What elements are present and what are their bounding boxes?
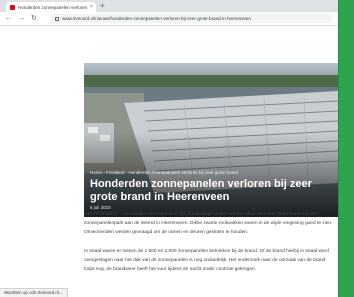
browser-tab[interactable]: Honderden zonnepanelen verloren bij zeer… <box>6 2 96 12</box>
hero-image: Home › Friesland › Honderden zonnepanele… <box>84 63 338 217</box>
status-bar: Wachten op cdn.rtvnoord.nl... <box>0 288 68 297</box>
close-tab-icon[interactable]: × <box>90 4 93 10</box>
lock-icon <box>55 16 59 21</box>
url-text: www.rtvnoord.nl/nieuws/honderden-zonnepa… <box>62 16 251 21</box>
address-bar[interactable]: www.rtvnoord.nl/nieuws/honderden-zonnepa… <box>50 14 332 23</box>
browser-window: Honderden zonnepanelen verloren bij zeer… <box>0 0 338 297</box>
tab-title: Honderden zonnepanelen verloren bij zeer… <box>18 4 88 10</box>
browser-toolbar: ← → ↻ www.rtvnoord.nl/nieuws/honderden-z… <box>0 12 338 26</box>
tab-bar: Honderden zonnepanelen verloren bij zeer… <box>0 0 338 12</box>
article-paragraph: In totaal waren er tussen de 1.500 en 2.… <box>84 249 329 272</box>
reload-button[interactable]: ↻ <box>31 14 37 23</box>
new-tab-button[interactable]: + <box>100 1 105 11</box>
back-button[interactable]: ← <box>5 14 12 23</box>
site-favicon-icon <box>10 4 15 10</box>
forward-button[interactable]: → <box>18 14 25 23</box>
page-viewport: Home › Friesland › Honderden zonnepanele… <box>0 26 338 297</box>
article-paragraph: HEERENVEEN – Honderden zonnepanelen zijn… <box>84 212 333 235</box>
article-body: HEERENVEEN – Honderden zonnepanelen zijn… <box>84 210 334 284</box>
breadcrumb[interactable]: Home › Friesland › Honderden zonnepanele… <box>90 170 238 175</box>
article-headline: Honderden zonnepanelen verloren bij zeer… <box>90 178 312 203</box>
